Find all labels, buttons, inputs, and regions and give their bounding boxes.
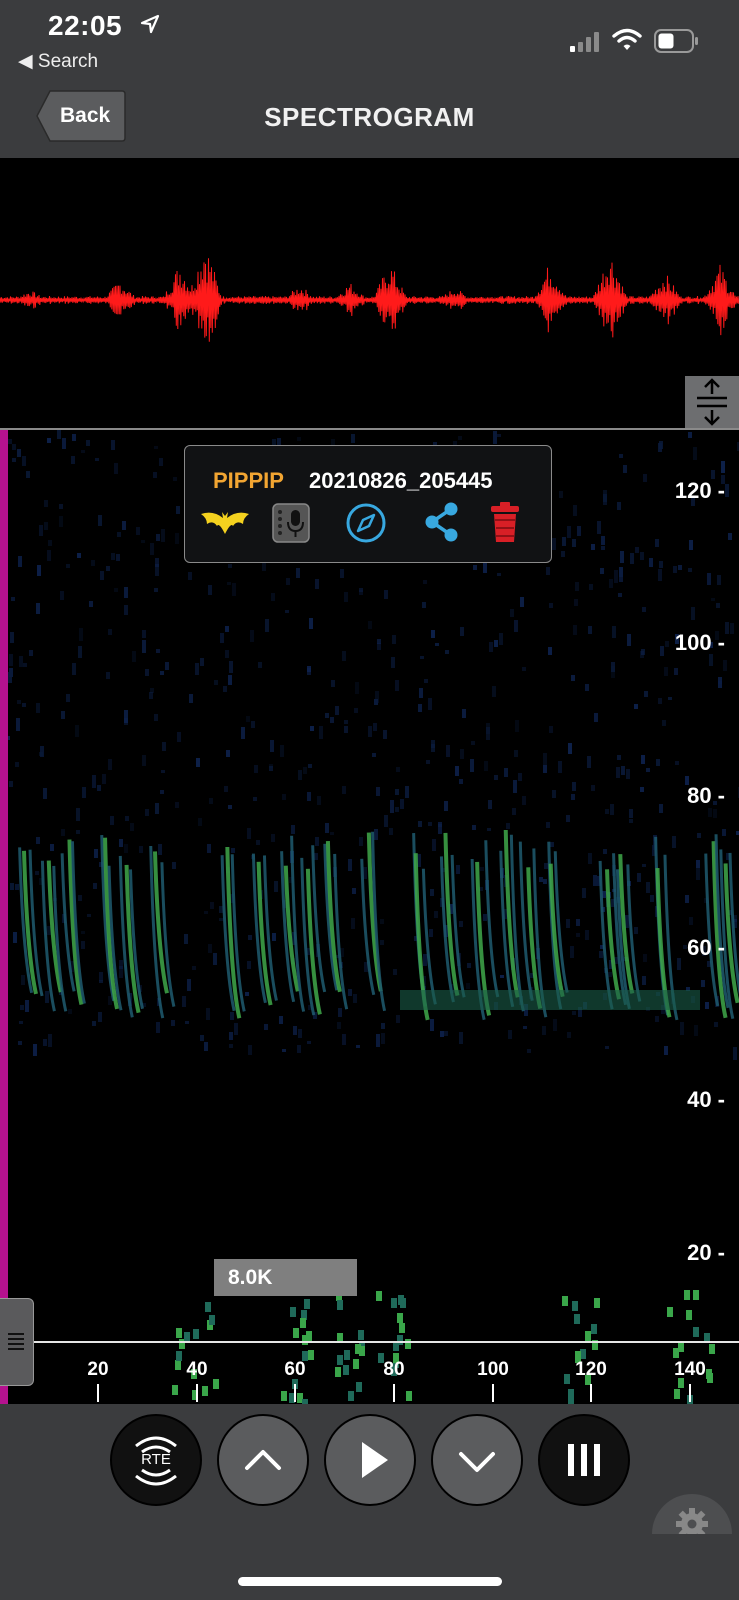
play-icon: [362, 1442, 388, 1478]
time-tick: [97, 1384, 99, 1402]
time-tick: [393, 1384, 395, 1402]
rte-button[interactable]: RTE: [110, 1414, 202, 1506]
freq-label-80: 80 -: [687, 783, 725, 808]
share-icon[interactable]: [421, 500, 461, 549]
playback-controls: RTE: [0, 1404, 739, 1534]
page-title: SPECTROGRAM: [264, 102, 475, 132]
bat-icon[interactable]: [199, 506, 251, 545]
drag-handle-icon[interactable]: [0, 1298, 34, 1386]
location-arrow-icon: [140, 14, 160, 39]
waveform-trace: [0, 258, 739, 342]
home-indicator[interactable]: [238, 1577, 502, 1586]
waveform-view[interactable]: [0, 158, 739, 428]
zoom-level-text: 8.0K: [228, 1266, 273, 1289]
scroll-up-button[interactable]: [217, 1414, 309, 1506]
species-label: PIPPIP: [213, 468, 284, 493]
time-label-100: 100: [477, 1359, 509, 1380]
low-frequency-energy: [172, 1290, 715, 1409]
recording-info-panel: PIPPIP 20210826_205445: [184, 445, 552, 563]
time-label-60: 60: [284, 1359, 306, 1380]
wifi-icon: [612, 28, 642, 57]
waveform: [0, 258, 739, 342]
playback-position-bar: [0, 430, 8, 1404]
compass-icon[interactable]: [345, 502, 387, 549]
back-to-search-link[interactable]: ◀ Search: [18, 50, 98, 73]
recorder-icon[interactable]: [271, 502, 311, 549]
time-tick: [196, 1384, 198, 1402]
freq-label-40: 40 -: [687, 1087, 725, 1112]
freq-label-20: 20 -: [687, 1240, 725, 1265]
spectrogram-image: [0, 430, 739, 1409]
freq-label-60: 60 -: [687, 935, 725, 960]
pause-icon: [568, 1444, 600, 1476]
time-label-20: 20: [87, 1359, 109, 1380]
freq-label-100: 100 -: [674, 630, 725, 655]
time-label-120: 120: [575, 1359, 607, 1380]
time-label-80: 80: [383, 1359, 405, 1380]
recording-filename: 20210826_205445: [309, 468, 493, 493]
time-tick: [294, 1384, 296, 1402]
time-axis-line: [0, 1341, 739, 1343]
scroll-down-button[interactable]: [431, 1414, 523, 1506]
time-tick: [689, 1384, 691, 1402]
pause-button[interactable]: [538, 1414, 630, 1506]
resize-vertical-icon[interactable]: [685, 376, 739, 428]
time-tick: [492, 1384, 494, 1402]
time-label-40: 40: [186, 1359, 208, 1380]
freq-label-120: 120 -: [674, 478, 725, 503]
chevron-down-icon: [459, 1452, 495, 1472]
chevron-up-icon: [245, 1450, 281, 1470]
time-label-140: 140: [674, 1359, 706, 1380]
nav-bar: Back SPECTROGRAM: [0, 76, 739, 158]
battery-icon: [654, 29, 700, 58]
signal-icon: [570, 32, 602, 57]
play-button[interactable]: [324, 1414, 416, 1506]
time-tick: [590, 1384, 592, 1402]
bat-call-traces: [18, 829, 739, 1021]
spectrogram-view[interactable]: [0, 430, 739, 1409]
status-bar: 22:05 ◀ Search: [0, 0, 739, 76]
status-time: 22:05: [48, 10, 123, 41]
zoom-level-badge: 8.0K: [214, 1259, 357, 1296]
rte-label: RTE: [141, 1451, 171, 1468]
bottom-bar: [0, 1534, 739, 1600]
trash-icon[interactable]: [489, 500, 521, 549]
